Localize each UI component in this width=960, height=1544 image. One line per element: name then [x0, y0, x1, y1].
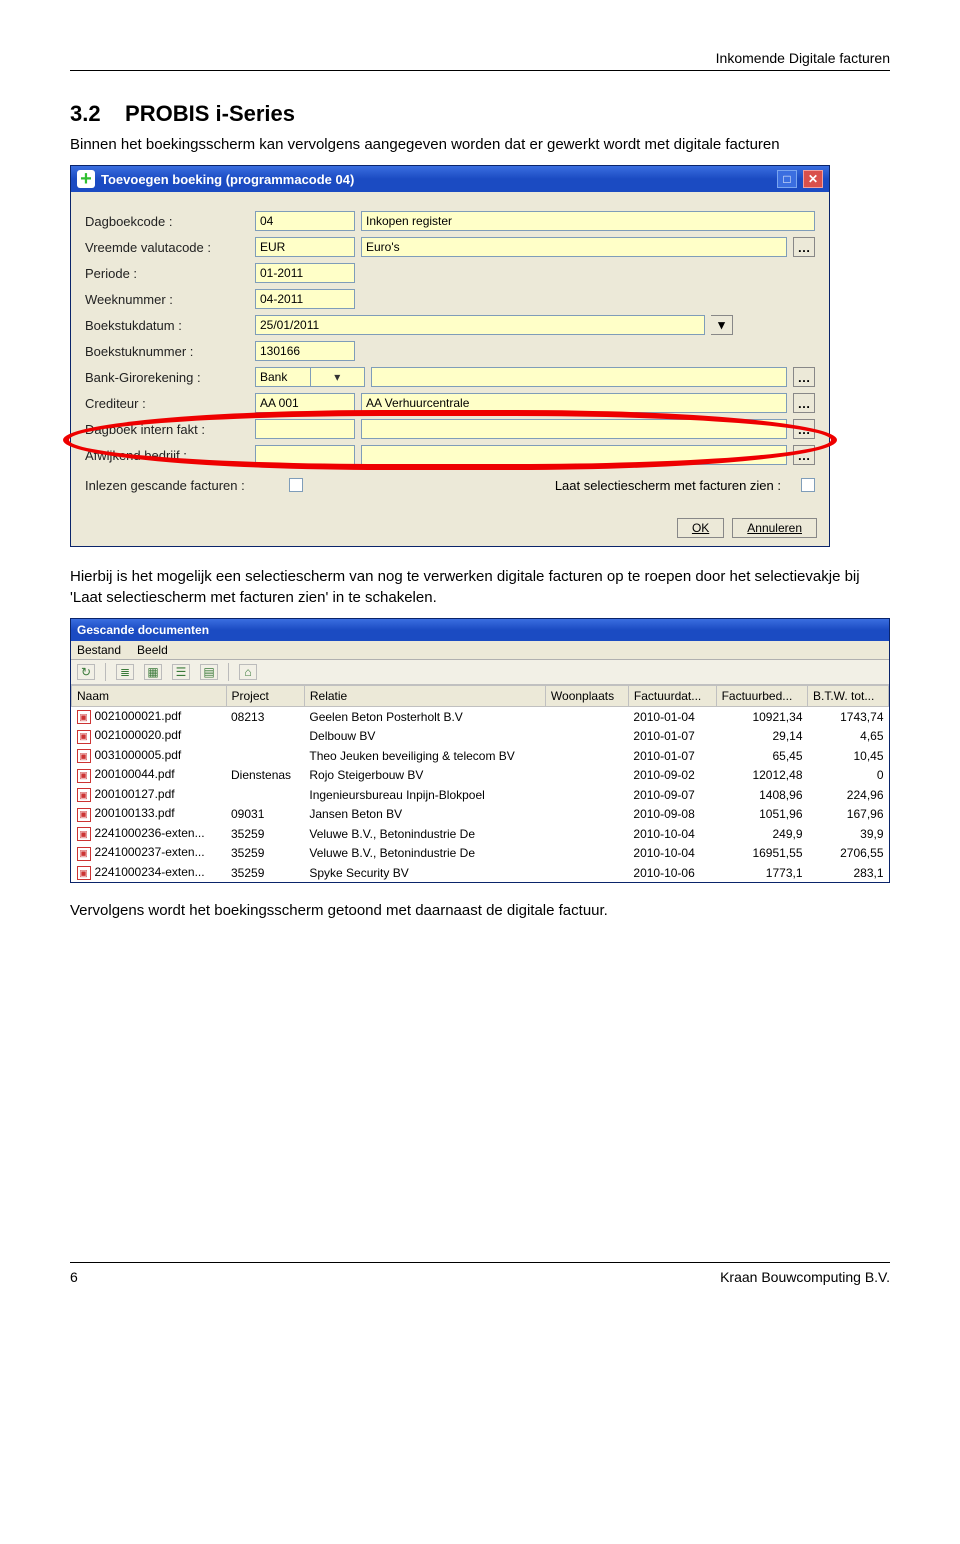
checkbox-inlezen-gescande[interactable]	[289, 478, 303, 492]
chevron-down-icon: ▾	[310, 368, 365, 386]
pdf-icon: ▣	[77, 788, 91, 802]
label-inlezen-gescande: Inlezen gescande facturen :	[85, 478, 285, 493]
cancel-button[interactable]: Annuleren	[732, 518, 817, 538]
scanned-documents-window: Gescande documenten Bestand Beeld ↻ ≣ ▦ …	[70, 618, 890, 884]
date-dropdown-button[interactable]: ▾	[711, 315, 733, 335]
desc-valuta: Euro's	[361, 237, 787, 257]
refresh-icon[interactable]: ↻	[77, 664, 95, 680]
section-heading: 3.2 PROBIS i-Series	[70, 101, 890, 127]
paragraph-1: Binnen het boekingsscherm kan vervolgens…	[70, 135, 890, 155]
lookup-valuta-button[interactable]: …	[793, 237, 815, 257]
label-bankgiro: Bank-Girorekening :	[85, 370, 255, 385]
pdf-icon: ▣	[77, 730, 91, 744]
paragraph-2: Hierbij is het mogelijk een selectiesche…	[70, 567, 890, 608]
booking-dialog: + Toevoegen boeking (programmacode 04) □…	[70, 165, 830, 547]
input-boekstuknummer[interactable]: 130166	[255, 341, 355, 361]
pdf-icon: ▣	[77, 749, 91, 763]
label-boekstuknummer: Boekstuknummer :	[85, 344, 255, 359]
input-weeknummer[interactable]: 04-2011	[255, 289, 355, 309]
label-dagboek-intern: Dagboek intern fakt :	[85, 422, 255, 437]
page-footer: 6 Kraan Bouwcomputing B.V.	[70, 1262, 890, 1285]
home-icon[interactable]: ⌂	[239, 664, 257, 680]
lookup-crediteur-button[interactable]: …	[793, 393, 815, 413]
pdf-icon: ▣	[77, 847, 91, 861]
menu-bestand[interactable]: Bestand	[77, 643, 121, 657]
col-project[interactable]: Project	[226, 685, 304, 706]
input-afwijkend-bedrijf[interactable]	[255, 445, 355, 465]
desc-dagboek-intern	[361, 419, 787, 439]
pdf-icon: ▣	[77, 710, 91, 724]
table-row[interactable]: ▣200100127.pdfIngenieursbureau Inpijn-Bl…	[72, 785, 889, 805]
documents-table: Naam Project Relatie Woonplaats Factuurd…	[71, 685, 889, 883]
table-row[interactable]: ▣200100133.pdf09031Jansen Beton BV2010-0…	[72, 804, 889, 824]
label-periode: Periode :	[85, 266, 255, 281]
col-btw[interactable]: B.T.W. tot...	[808, 685, 889, 706]
table-row[interactable]: ▣0021000020.pdfDelbouw BV2010-01-0729,14…	[72, 726, 889, 746]
table-row[interactable]: ▣2241000236-exten...35259Veluwe B.V., Be…	[72, 824, 889, 844]
menu-beeld[interactable]: Beeld	[137, 643, 168, 657]
section-title: PROBIS i-Series	[125, 101, 295, 126]
table-row[interactable]: ▣2241000237-exten...35259Veluwe B.V., Be…	[72, 843, 889, 863]
table-row[interactable]: ▣0031000005.pdfTheo Jeuken beveiliging &…	[72, 746, 889, 766]
view-list-icon[interactable]: ≣	[116, 664, 134, 680]
col-relatie[interactable]: Relatie	[304, 685, 545, 706]
close-button[interactable]: ✕	[803, 170, 823, 188]
menubar: Bestand Beeld	[71, 641, 889, 660]
win2-titlebar: Gescande documenten	[71, 619, 889, 641]
input-dagboek-intern[interactable]	[255, 419, 355, 439]
view-grid-icon[interactable]: ▦	[144, 664, 162, 680]
desc-crediteur: AA Verhuurcentrale	[361, 393, 787, 413]
dialog-title: Toevoegen boeking (programmacode 04)	[101, 172, 354, 187]
toolbar: ↻ ≣ ▦ ☰ ▤ ⌂	[71, 660, 889, 685]
footer-company: Kraan Bouwcomputing B.V.	[720, 1269, 890, 1285]
col-factuurbed[interactable]: Factuurbed...	[716, 685, 807, 706]
table-row[interactable]: ▣200100044.pdfDienstenasRojo Steigerbouw…	[72, 765, 889, 785]
label-crediteur: Crediteur :	[85, 396, 255, 411]
header-divider	[70, 70, 890, 71]
pdf-icon: ▣	[77, 866, 91, 880]
maximize-button[interactable]: □	[777, 170, 797, 188]
view-details-icon[interactable]: ☰	[172, 664, 190, 680]
ok-button[interactable]: OK	[677, 518, 724, 538]
view-tiles-icon[interactable]: ▤	[200, 664, 218, 680]
paragraph-3: Vervolgens wordt het boekingsscherm geto…	[70, 901, 890, 921]
label-dagboekcode: Dagboekcode :	[85, 214, 255, 229]
table-row[interactable]: ▣2241000234-exten...35259Spyke Security …	[72, 863, 889, 883]
win2-title: Gescande documenten	[77, 623, 209, 637]
checkbox-laat-selectiescherm[interactable]	[801, 478, 815, 492]
dropdown-bankgiro[interactable]: Bank ▾	[255, 367, 365, 387]
pdf-icon: ▣	[77, 808, 91, 822]
input-periode[interactable]: 01-2011	[255, 263, 355, 283]
dropdown-bankgiro-value: Bank	[256, 368, 310, 386]
desc-bankgiro	[371, 367, 787, 387]
lookup-afwijkend-button[interactable]: …	[793, 445, 815, 465]
doc-header-right: Inkomende Digitale facturen	[70, 50, 890, 66]
page-number: 6	[70, 1269, 78, 1285]
lookup-bankgiro-button[interactable]: …	[793, 367, 815, 387]
col-woonplaats[interactable]: Woonplaats	[545, 685, 628, 706]
table-row[interactable]: ▣0021000021.pdf08213Geelen Beton Posterh…	[72, 706, 889, 726]
label-valuta: Vreemde valutacode :	[85, 240, 255, 255]
desc-dagboekcode: Inkopen register	[361, 211, 815, 231]
col-factuurdat[interactable]: Factuurdat...	[628, 685, 716, 706]
label-laat-selectiescherm: Laat selectiescherm met facturen zien :	[555, 478, 781, 493]
input-boekstukdatum[interactable]: 25/01/2011	[255, 315, 705, 335]
label-boekstukdatum: Boekstukdatum :	[85, 318, 255, 333]
lookup-dagboek-intern-button[interactable]: …	[793, 419, 815, 439]
pdf-icon: ▣	[77, 827, 91, 841]
section-number: 3.2	[70, 101, 101, 126]
label-weeknummer: Weeknummer :	[85, 292, 255, 307]
desc-afwijkend-bedrijf	[361, 445, 787, 465]
label-afwijkend-bedrijf: Afwijkend bedrijf :	[85, 448, 255, 463]
col-naam[interactable]: Naam	[72, 685, 227, 706]
input-dagboekcode[interactable]: 04	[255, 211, 355, 231]
input-valuta[interactable]: EUR	[255, 237, 355, 257]
input-crediteur[interactable]: AA 001	[255, 393, 355, 413]
pdf-icon: ▣	[77, 769, 91, 783]
dialog-titlebar: + Toevoegen boeking (programmacode 04) □…	[71, 166, 829, 192]
add-icon: +	[77, 170, 95, 188]
